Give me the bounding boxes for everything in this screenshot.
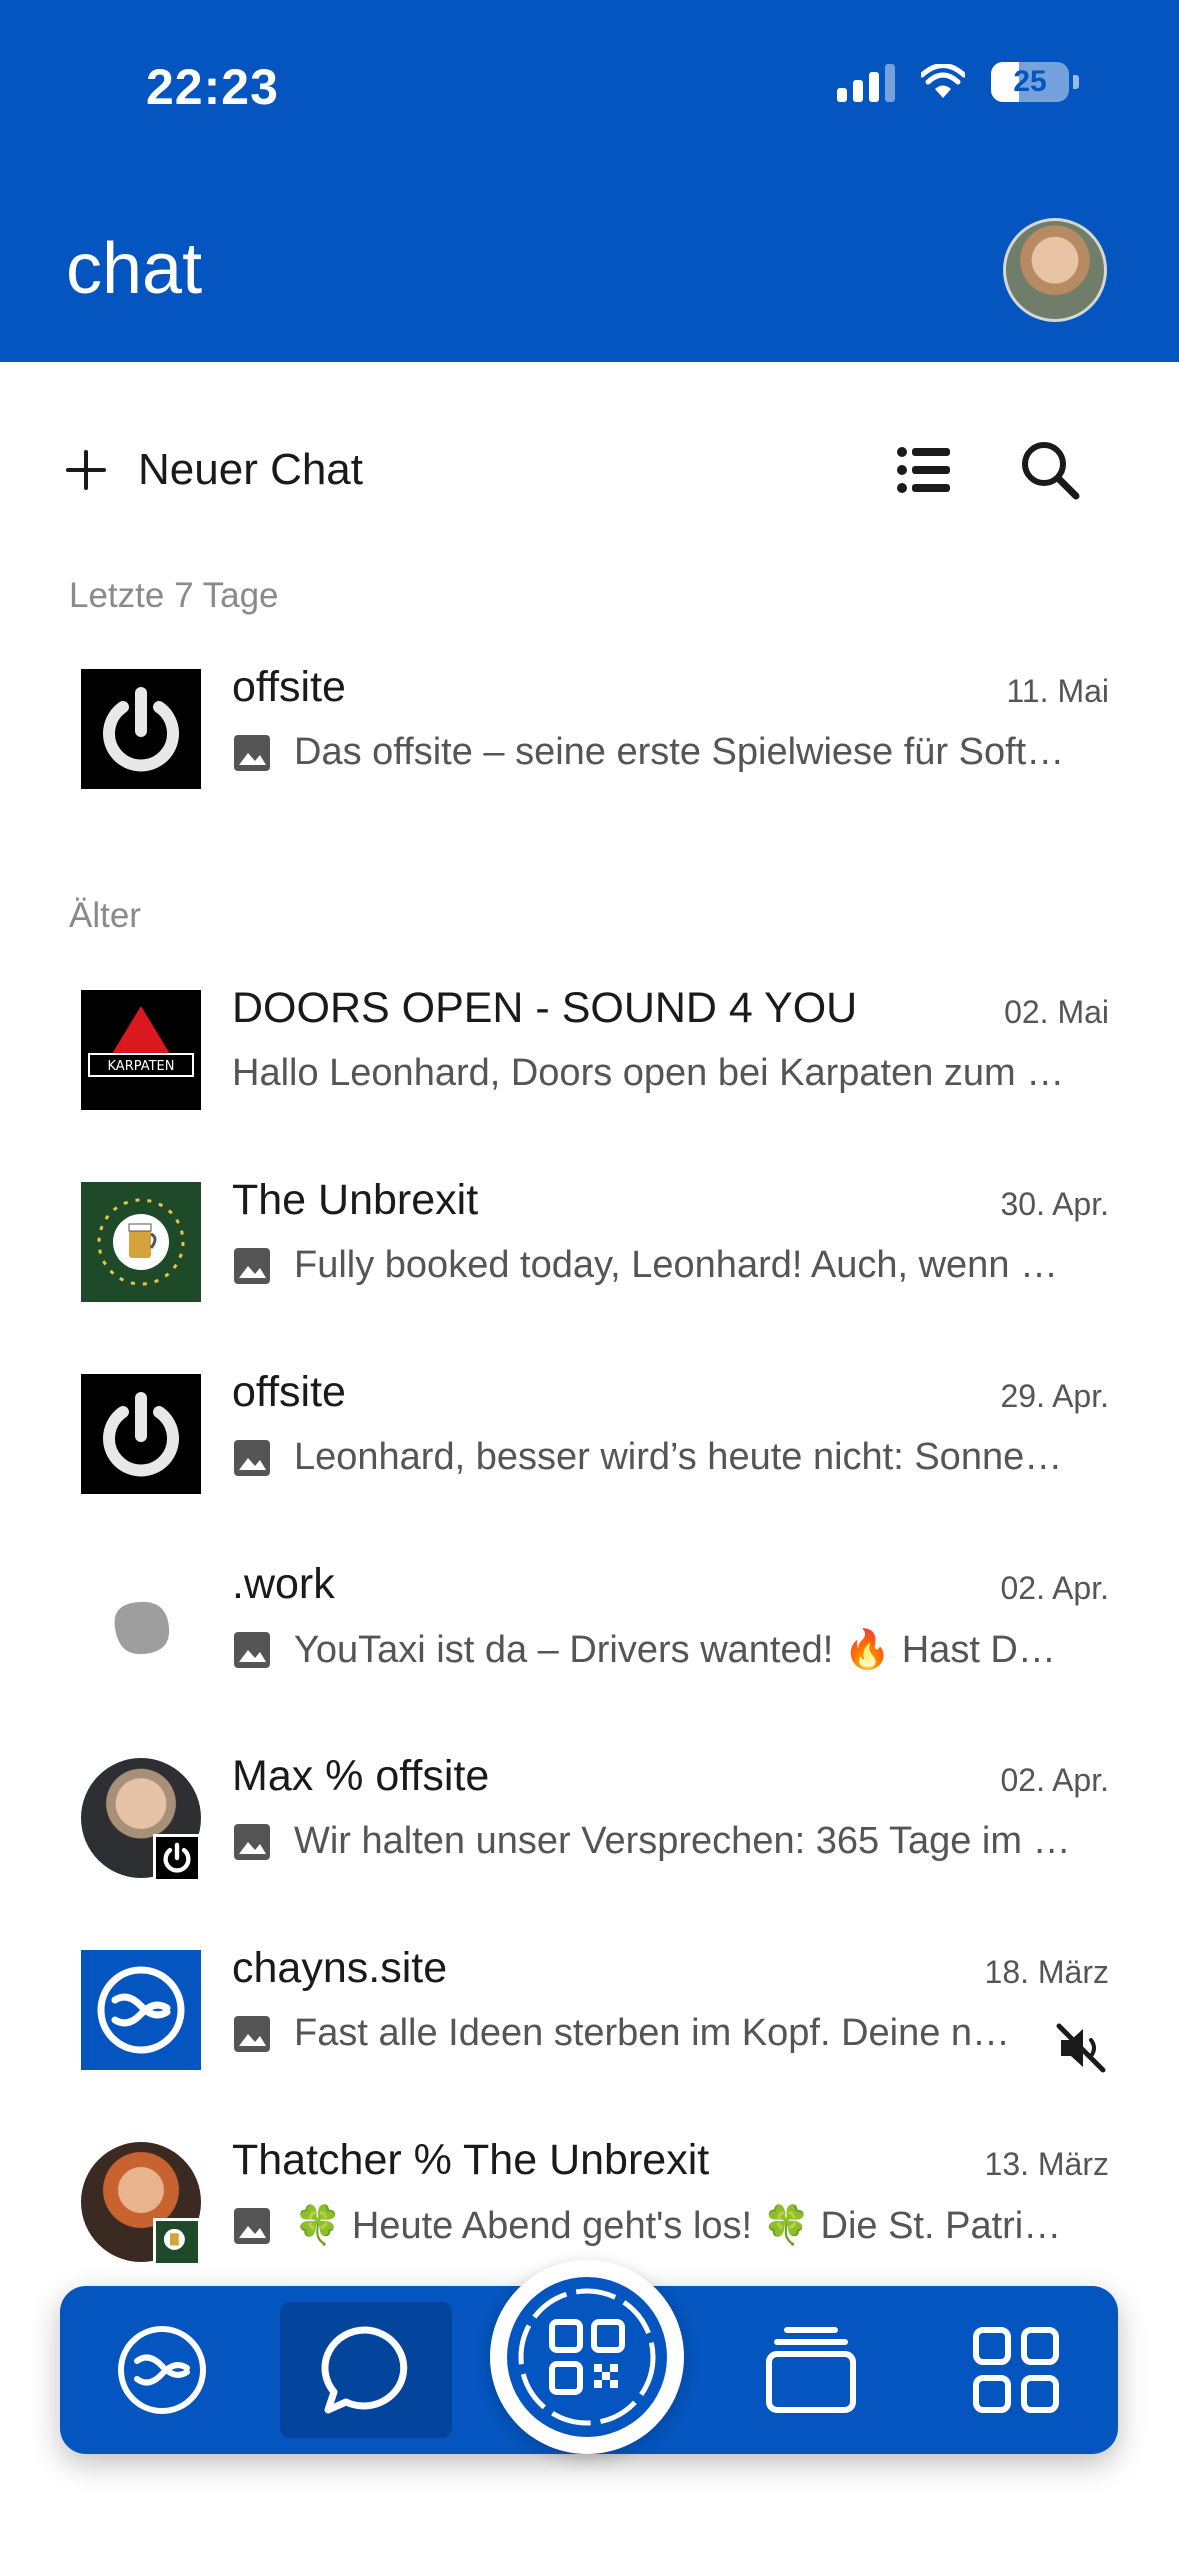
chayns-icon (118, 2326, 206, 2414)
offsite-badge-icon (153, 1834, 201, 1882)
battery-icon: 25 (991, 62, 1069, 102)
plus-icon (66, 450, 106, 490)
chat-title: offsite (232, 663, 346, 711)
karpaten-logo-icon: KARPATEN (88, 1006, 194, 1077)
unbrexit-logo-avatar (81, 1182, 201, 1302)
chat-list-item[interactable]: .work 02. Apr. YouTaxi ist da – Drivers … (0, 1552, 1179, 1712)
chat-list-item[interactable]: KARPATEN DOORS OPEN - SOUND 4 YOU 02. Ma… (0, 976, 1179, 1136)
power-icon (103, 687, 179, 772)
muted-speaker-icon (1056, 2023, 1106, 2073)
search-icon[interactable] (1020, 440, 1080, 500)
chat-title: .work (232, 1560, 335, 1608)
chat-bubble-icon (321, 2326, 408, 2414)
chat-preview: 🍀 Heute Abend geht's los! 🍀 Die St. Patr… (232, 2204, 1072, 2248)
chayns-icon (97, 1966, 185, 2054)
image-icon (234, 2015, 270, 2052)
chat-preview: Fast alle Ideen sterben im Kopf. Deine n… (232, 2012, 1012, 2055)
list-icon[interactable] (896, 444, 952, 496)
chat-title: Thatcher % The Unbrexit (232, 2136, 710, 2184)
image-icon (234, 1632, 270, 1668)
chat-list-item[interactable]: offsite 11. Mai Das offsite – seine erst… (0, 655, 1179, 815)
chat-list-item[interactable]: Max % offsite 02. Apr. Wir halten unser … (0, 1744, 1179, 1904)
svg-text:KARPATEN: KARPATEN (108, 1059, 175, 1074)
page-title: chat (66, 229, 203, 309)
image-icon (234, 1823, 270, 1860)
chat-preview-text: Wir halten unser Versprechen: 365 Tage i… (294, 1820, 1071, 1862)
wifi-icon (921, 64, 965, 98)
chat-preview-text: Das offsite – seine erste Spielwiese für… (294, 731, 1065, 773)
image-icon (234, 1247, 270, 1284)
chat-preview-text: Fast alle Ideen sterben im Kopf. Deine n… (294, 2012, 1012, 2054)
beer-glass-icon (97, 1198, 185, 1286)
chat-preview: Wir halten unser Versprechen: 365 Tage i… (232, 1820, 1072, 1863)
nav-chayns[interactable] (76, 2302, 248, 2438)
chat-date: 18. März (984, 1954, 1109, 1990)
chat-date: 02. Mai (1004, 994, 1109, 1030)
status-time: 22:23 (146, 59, 279, 115)
chat-list-item[interactable]: The Unbrexit 30. Apr. Fully booked today… (0, 1168, 1179, 1328)
chat-toolbar: Neuer Chat (0, 430, 1179, 510)
cards-stack-icon (766, 2327, 856, 2413)
unbrexit-badge-icon (153, 2218, 201, 2266)
image-icon (234, 1439, 270, 1476)
apps-grid-icon (973, 2327, 1059, 2413)
status-icons: 25 (837, 62, 1079, 102)
profile-avatar[interactable] (1003, 218, 1107, 322)
offsite-logo-avatar (81, 669, 201, 789)
chat-date: 30. Apr. (1000, 1186, 1109, 1222)
chayns-logo-avatar (81, 1950, 201, 2070)
nav-cards[interactable] (725, 2302, 897, 2438)
karpaten-logo-avatar: KARPATEN (81, 990, 201, 1110)
chat-preview-text: Leonhard, besser wird’s heute nicht: Son… (294, 1436, 1072, 1478)
chat-preview: Leonhard, besser wird’s heute nicht: Son… (232, 1436, 1072, 1479)
nav-apps[interactable] (930, 2302, 1102, 2438)
chat-preview: Fully booked today, Leonhard! Auch, wenn… (232, 1244, 1072, 1287)
qr-scanner-button[interactable] (490, 2260, 684, 2454)
chat-preview-text: YouTaxi ist da – Drivers wanted! 🔥 Hast … (294, 1629, 1072, 1671)
section-label-recent: Letzte 7 Tage (69, 576, 279, 615)
app-header: 22:23 25 chat (0, 0, 1179, 362)
chat-preview-text: Hallo Leonhard, Doors open bei Karpaten … (232, 1052, 1072, 1094)
chat-title: offsite (232, 1368, 346, 1416)
bottom-navigation (60, 2260, 1118, 2454)
power-icon (103, 1392, 179, 1477)
chat-title: DOORS OPEN - SOUND 4 YOU (232, 984, 858, 1032)
chat-date: 11. Mai (1006, 673, 1109, 709)
new-chat-button[interactable]: Neuer Chat (64, 430, 363, 510)
chat-date: 29. Apr. (1000, 1378, 1109, 1414)
chat-date: 02. Apr. (1000, 1762, 1109, 1798)
chat-preview: Hallo Leonhard, Doors open bei Karpaten … (232, 1052, 1072, 1095)
new-chat-label: Neuer Chat (138, 445, 364, 494)
chat-preview: Das offsite – seine erste Spielwiese für… (232, 731, 1072, 774)
chat-title: Max % offsite (232, 1752, 490, 1800)
chat-title: chayns.site (232, 1944, 448, 1992)
chat-date: 02. Apr. (1000, 1570, 1109, 1606)
chat-list-item[interactable]: offsite 29. Apr. Leonhard, besser wird’s… (0, 1360, 1179, 1520)
nav-chat[interactable] (280, 2302, 452, 2438)
image-icon (234, 734, 270, 771)
chat-preview: YouTaxi ist da – Drivers wanted! 🔥 Hast … (232, 1628, 1072, 1672)
section-label-older: Älter (69, 896, 141, 935)
cellular-signal-icon (837, 62, 895, 102)
chat-date: 13. März (984, 2146, 1109, 2182)
chat-title: The Unbrexit (232, 1176, 479, 1224)
qr-code-icon (507, 2277, 667, 2437)
image-icon (234, 2208, 270, 2244)
battery-level: 25 (1013, 65, 1047, 98)
chat-preview-text: 🍀 Heute Abend geht's los! 🍀 Die St. Patr… (294, 2205, 1072, 2247)
chat-preview-text: Fully booked today, Leonhard! Auch, wenn… (294, 1244, 1072, 1286)
blob-icon (114, 1601, 170, 1655)
offsite-logo-avatar (81, 1374, 201, 1494)
work-avatar (81, 1566, 201, 1686)
chat-list-item[interactable]: chayns.site 18. März Fast alle Ideen ste… (0, 1936, 1179, 2096)
